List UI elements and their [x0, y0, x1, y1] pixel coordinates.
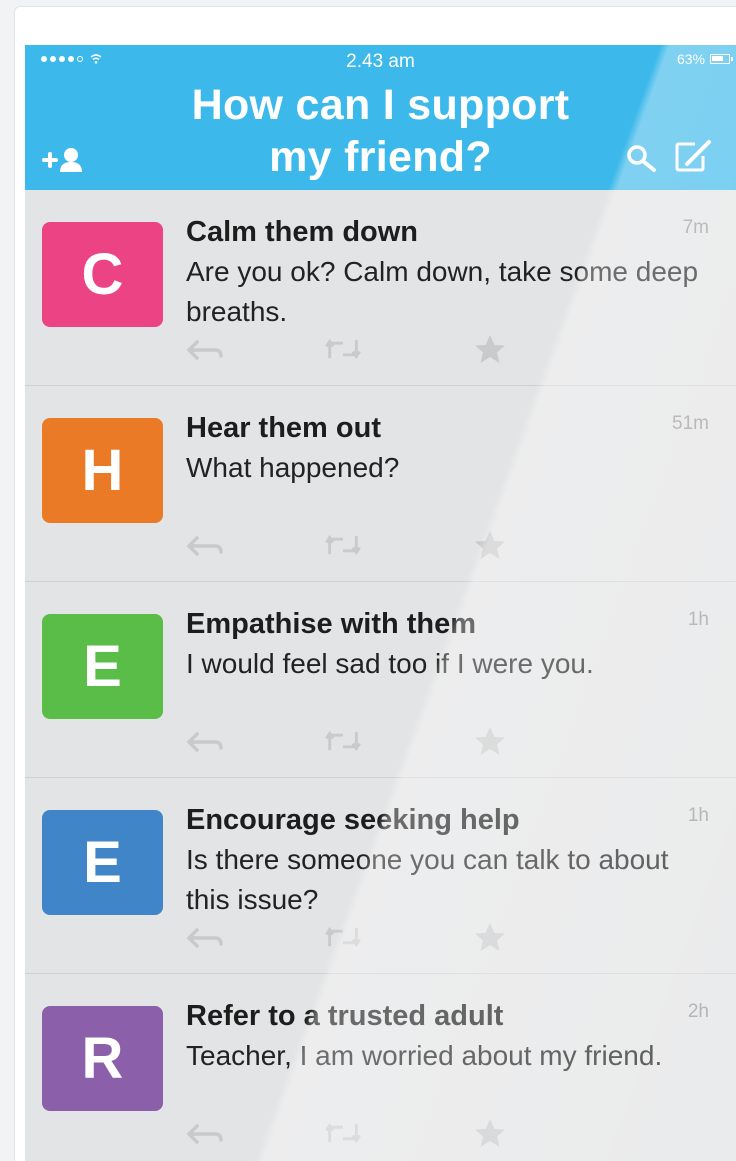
- item-title: Calm them down: [186, 216, 419, 248]
- item-timestamp: 7m: [682, 217, 709, 238]
- avatar: C: [42, 222, 163, 327]
- item-timestamp: 51m: [672, 413, 709, 434]
- star-icon[interactable]: [470, 726, 510, 756]
- status-time: 2.43 am: [346, 51, 415, 72]
- avatar: R: [42, 1006, 163, 1111]
- item-actions: [25, 334, 736, 364]
- battery-icon: [710, 54, 733, 64]
- star-icon[interactable]: [470, 922, 510, 952]
- item-timestamp: 2h: [687, 1001, 709, 1022]
- star-icon[interactable]: [470, 334, 510, 364]
- status-bar: 2.43 am 63%: [25, 45, 736, 79]
- item-body: Is there someone you can talk to about t…: [186, 844, 669, 915]
- reply-icon[interactable]: [185, 334, 225, 364]
- reply-icon[interactable]: [185, 922, 225, 952]
- item-title: Empathise with them: [186, 608, 477, 640]
- item-timestamp: 1h: [687, 805, 709, 826]
- page-title-line1: How can I support: [191, 81, 570, 129]
- avatar: H: [42, 418, 163, 523]
- feed-item[interactable]: E Encourage seeking help 1h Is there som…: [25, 778, 736, 974]
- phone-screen: 2.43 am 63% How can I support my friend?: [25, 45, 736, 1161]
- item-body: Teacher, I am worried about my friend.: [186, 1040, 663, 1071]
- feed-item[interactable]: E Empathise with them 1h I would feel sa…: [25, 582, 736, 778]
- avatar: E: [42, 810, 163, 915]
- retweet-icon[interactable]: [323, 726, 363, 756]
- item-title: Encourage seeking help: [186, 804, 520, 836]
- retweet-icon[interactable]: [323, 922, 363, 952]
- feed-item[interactable]: H Hear them out 51m What happened?: [25, 386, 736, 582]
- search-icon[interactable]: [625, 143, 659, 173]
- retweet-icon[interactable]: [323, 530, 363, 560]
- app-header: 2.43 am 63% How can I support my friend?: [25, 45, 736, 190]
- feed-item[interactable]: R Refer to a trusted adult 2h Teacher, I…: [25, 974, 736, 1161]
- item-body: I would feel sad too if I were you.: [186, 648, 594, 679]
- item-actions: [25, 1118, 736, 1148]
- star-icon[interactable]: [470, 530, 510, 560]
- add-user-icon[interactable]: [40, 144, 100, 174]
- item-title: Refer to a trusted adult: [186, 1000, 504, 1032]
- item-actions: [25, 922, 736, 952]
- item-actions: [25, 530, 736, 560]
- star-icon[interactable]: [470, 1118, 510, 1148]
- item-timestamp: 1h: [687, 609, 709, 630]
- battery-status: 63%: [676, 51, 733, 67]
- feed-item[interactable]: C Calm them down 7m Are you ok? Calm dow…: [25, 190, 736, 386]
- retweet-icon[interactable]: [323, 334, 363, 364]
- item-title: Hear them out: [186, 412, 381, 444]
- retweet-icon[interactable]: [323, 1118, 363, 1148]
- reply-icon[interactable]: [185, 530, 225, 560]
- item-body: Are you ok? Calm down, take some deep br…: [186, 256, 699, 327]
- reply-icon[interactable]: [185, 1118, 225, 1148]
- reply-icon[interactable]: [185, 726, 225, 756]
- compose-icon[interactable]: [673, 140, 713, 174]
- message-feed: C Calm them down 7m Are you ok? Calm dow…: [25, 190, 736, 1161]
- item-actions: [25, 726, 736, 756]
- item-body: What happened?: [186, 452, 400, 483]
- avatar: E: [42, 614, 163, 719]
- battery-percent: 63%: [676, 51, 705, 67]
